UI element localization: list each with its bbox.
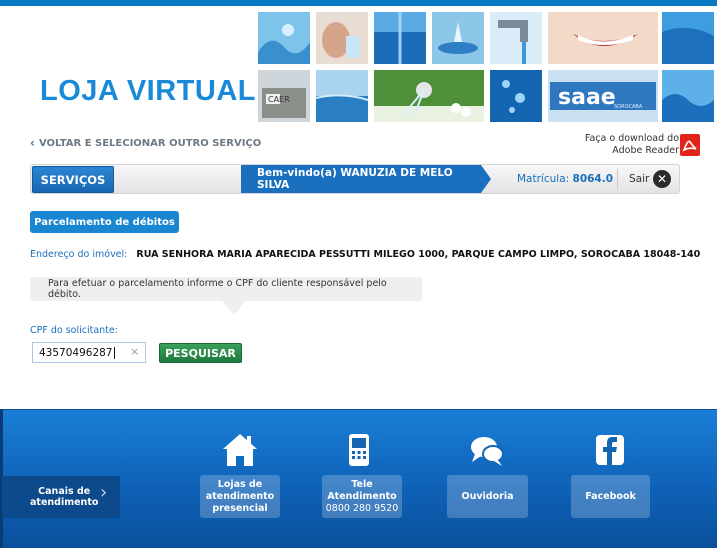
cpf-input-value: 43570496287 (39, 346, 113, 359)
caer-building-image: CAER (258, 70, 310, 122)
water-splash-image (258, 12, 310, 64)
info-callout-tail (222, 301, 246, 315)
phone-icon (347, 432, 371, 472)
service-navbar: SERVIÇOS Bem-vindo(a) WANUZIA DE MELO SI… (30, 164, 680, 194)
matricula-info: Matrícula: 8064.0 (517, 173, 613, 185)
facebook-label: Facebook (585, 490, 636, 502)
address-label: Endereço do imóvel: (30, 249, 128, 260)
water-droplet-image (432, 12, 484, 64)
welcome-arrow-shape (481, 165, 491, 193)
chevron-right-icon: › (100, 482, 108, 503)
servicos-button[interactable]: SERVIÇOS (32, 166, 114, 193)
lojas-line1: Lojas de (217, 478, 263, 490)
download-line1: Faça o download do (584, 133, 679, 144)
tab-parcelamento[interactable]: Parcelamento de débitos (30, 211, 179, 233)
tele-line1: Tele (351, 478, 373, 490)
back-link-label: VOLTAR E SELECIONAR OUTRO SERVIÇO (38, 137, 262, 149)
footer-button-tele[interactable]: Tele Atendimento 0800 280 9520 (322, 475, 402, 518)
footer-button-ouvidoria[interactable]: Ouvidoria (447, 475, 528, 518)
water-drops-image (374, 12, 426, 64)
pesquisar-button[interactable]: PESQUISAR (159, 343, 242, 363)
drinking-water-image (316, 12, 368, 64)
garden-sprinkler-image (374, 70, 484, 122)
saae-sub-text: SOROCABA (614, 104, 643, 110)
navbar-divider (617, 169, 618, 189)
river-image (316, 70, 368, 122)
close-icon[interactable]: ✕ (653, 170, 671, 188)
smile-image (548, 12, 658, 64)
pdf-icon[interactable] (679, 133, 701, 157)
cpf-label: CPF do solicitante: (30, 325, 118, 336)
clear-input-icon[interactable]: × (130, 345, 139, 358)
caer-text: CAER (268, 95, 290, 104)
faucet-image (490, 12, 542, 64)
canais-line2: atendimento (30, 497, 99, 508)
bubbles-image (490, 70, 542, 122)
chevron-left-icon: ‹ (30, 136, 35, 150)
download-line2: Adobe Reader (612, 145, 679, 156)
logo-text: LOJA VIRTUAL (40, 75, 256, 107)
canais-atendimento-button[interactable]: Canais de atendimento › (2, 476, 120, 518)
lojas-line2: atendimento (205, 490, 275, 502)
welcome-banner: Bem-vindo(a) WANUZIA DE MELO SILVA (241, 165, 481, 193)
chat-icon (469, 434, 505, 472)
matricula-value: 8064.0 (572, 173, 614, 185)
adobe-download-link[interactable]: Faça o download do Adobe Reader (585, 133, 679, 157)
footer-button-facebook[interactable]: Facebook (571, 475, 650, 518)
water-surface-image (662, 12, 714, 64)
text-caret (113, 346, 115, 359)
canais-line1: Canais de (38, 486, 91, 497)
lojas-line3: presencial (212, 502, 268, 514)
address-row: Endereço do imóvel: RUA SENHORA MARIA AP… (30, 249, 700, 260)
address-value: RUA SENHORA MARIA APARECIDA PESSUTTI MIL… (136, 249, 701, 260)
back-link[interactable]: ‹ VOLTAR E SELECIONAR OUTRO SERVIÇO (30, 136, 261, 150)
facebook-icon (595, 434, 625, 470)
tele-line3: 0800 280 9520 (325, 502, 399, 514)
header-banner: LOJA VIRTUAL CAER saae SOROCABA (0, 6, 717, 124)
cpf-input[interactable]: 43570496287 (32, 342, 146, 363)
house-icon (221, 432, 259, 472)
matricula-label: Matrícula: (517, 173, 570, 185)
saae-text: saae (558, 85, 616, 110)
info-callout: Para efetuar o parcelamento informe o CP… (30, 277, 422, 301)
sair-label[interactable]: Sair (629, 173, 649, 185)
wave-image (662, 70, 714, 122)
saae-logo-image: saae SOROCABA (548, 70, 658, 122)
tele-line2: Atendimento (327, 490, 397, 502)
ouvidoria-label: Ouvidoria (461, 490, 514, 502)
footer-button-lojas[interactable]: Lojas de atendimento presencial (200, 475, 280, 518)
